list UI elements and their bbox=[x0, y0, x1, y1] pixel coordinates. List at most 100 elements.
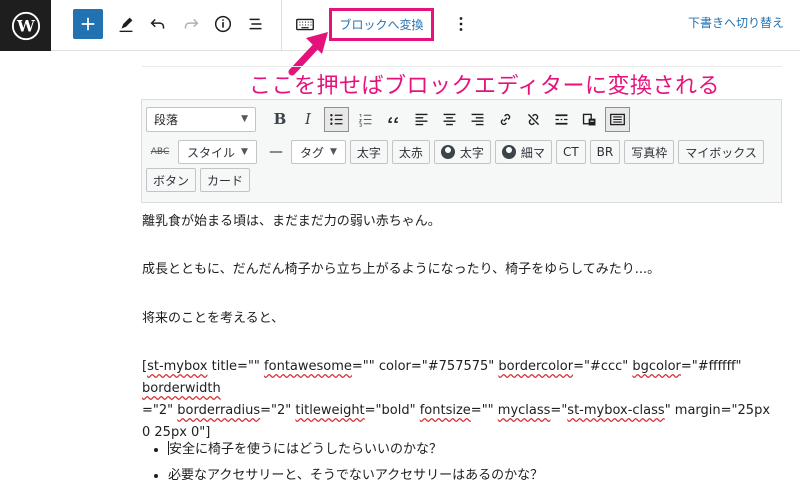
paragraph-1: 離乳食が始まる頃は、まだまだ力の弱い赤ちゃん。 bbox=[142, 214, 441, 229]
spell-flagged-word: borderradius bbox=[177, 403, 261, 418]
unlink-button[interactable] bbox=[519, 106, 547, 132]
paste-text-button[interactable] bbox=[575, 106, 603, 132]
numbered-list-button[interactable] bbox=[351, 106, 379, 132]
link-icon bbox=[500, 113, 510, 125]
format-select-value: 段落 bbox=[154, 112, 179, 127]
convert-to-blocks-button[interactable]: ブロックへ変換 bbox=[329, 8, 434, 41]
details-button[interactable] bbox=[207, 8, 239, 40]
tag-dropdown[interactable]: タグ ▼ bbox=[290, 140, 346, 164]
read-more-icon bbox=[555, 113, 567, 125]
spell-flagged-word: borderwidth bbox=[142, 381, 221, 396]
wordpress-logo-icon[interactable]: W bbox=[0, 0, 51, 51]
numbered-list-icon bbox=[358, 113, 371, 127]
chevron-down-icon: ▼ bbox=[241, 114, 248, 124]
br-button[interactable]: BR bbox=[589, 140, 621, 164]
shortcode-part: ="" color="#757575" bbox=[351, 359, 499, 374]
shortcode-part: title="" bbox=[207, 359, 265, 374]
info-icon bbox=[214, 15, 232, 33]
add-block-button[interactable] bbox=[73, 9, 103, 39]
list-item-text: 必要なアクセサリーと、そうでないアクセサリーはあるのかな？ bbox=[168, 468, 544, 483]
mybox-button[interactable]: マイボックス bbox=[678, 140, 764, 164]
spell-flagged-word: myclass bbox=[497, 403, 551, 418]
shortcode-part: ="#ccc" bbox=[573, 359, 633, 374]
spell-flagged-word: st-mybox bbox=[147, 359, 208, 374]
shortcode-part: ="2" bbox=[142, 403, 178, 418]
edit-tool-button[interactable] bbox=[110, 8, 142, 40]
editor-top-toolbar: W ブロックへ変換 下書きへ切り替え bbox=[0, 0, 800, 51]
style-dropdown[interactable]: スタイル ▼ bbox=[178, 140, 257, 164]
chevron-down-icon: ▼ bbox=[329, 147, 337, 157]
spell-flagged-word: titleweight bbox=[295, 403, 365, 418]
spell-flagged-word: fontawesome bbox=[264, 359, 352, 374]
insert-link-button[interactable] bbox=[491, 106, 519, 132]
toolbar-toggle-button[interactable] bbox=[605, 106, 630, 132]
align-left-icon bbox=[415, 113, 427, 125]
align-right-icon bbox=[471, 113, 483, 125]
plus-icon bbox=[81, 17, 95, 31]
paragraph-2: 成長とともに、だんだん椅子から立ち上がるようになったり、椅子をゆらしてみたり..… bbox=[142, 262, 661, 277]
spell-flagged-word: bordercolor bbox=[498, 359, 574, 374]
user-thin-label: 細マ bbox=[520, 145, 545, 160]
shortcode-part: ="bold" bbox=[364, 403, 420, 418]
strikethrough-button[interactable]: ABC bbox=[146, 147, 174, 157]
align-right-button[interactable] bbox=[463, 106, 491, 132]
user-thin-button[interactable]: 細マ bbox=[494, 140, 552, 164]
user-icon bbox=[501, 145, 516, 159]
bold-large-button[interactable]: 太字 bbox=[349, 140, 388, 164]
unlink-icon bbox=[527, 113, 539, 125]
bullet-list-icon bbox=[330, 113, 343, 125]
bold-button[interactable]: B bbox=[266, 106, 294, 132]
pencil-icon bbox=[119, 17, 133, 33]
undo-button[interactable] bbox=[142, 8, 174, 40]
align-left-button[interactable] bbox=[407, 106, 435, 132]
spell-flagged-word: bgcolor bbox=[632, 359, 681, 374]
read-more-button[interactable] bbox=[547, 106, 575, 132]
shortcode-part: ="" bbox=[470, 403, 498, 418]
user-bold-button[interactable]: 太字 bbox=[433, 140, 491, 164]
button-shortcode-button[interactable]: ボタン bbox=[146, 168, 197, 192]
title-divider bbox=[142, 66, 782, 67]
horizontal-rule-button[interactable]: — bbox=[267, 144, 285, 160]
spell-flagged-word: st-mybox-class bbox=[567, 403, 665, 418]
bullet-list: 安全に椅子を使うにはどうしたらいいのかな？ 必要なアクセサリーと、そうでないアク… bbox=[168, 437, 543, 489]
tag-dropdown-label: タグ bbox=[299, 145, 324, 160]
align-center-button[interactable] bbox=[435, 106, 463, 132]
photo-frame-button[interactable]: 写真枠 bbox=[624, 140, 675, 164]
list-view-icon bbox=[249, 18, 262, 30]
card-shortcode-button[interactable]: カード bbox=[200, 168, 251, 192]
block-options-button[interactable] bbox=[445, 8, 477, 40]
toolbar-row-2: ABC スタイル ▼ — タグ ▼ 太字 太赤 太字 細マ CT BR 写真枠 … bbox=[146, 140, 768, 164]
toolbar-divider bbox=[281, 0, 282, 51]
format-select[interactable]: 段落 ▼ bbox=[146, 106, 256, 132]
list-view-button[interactable] bbox=[240, 8, 272, 40]
paragraph-3: 将来のことを考えると、 bbox=[142, 311, 285, 326]
italic-button[interactable]: I bbox=[294, 106, 322, 132]
spell-flagged-word: fontsize bbox=[419, 403, 471, 418]
blockquote-button[interactable] bbox=[379, 106, 407, 132]
shortcode-part: =" bbox=[550, 403, 568, 418]
redo-icon bbox=[184, 18, 199, 29]
list-item: 必要なアクセサリーと、そうでないアクセサリーはあるのかな？ bbox=[168, 463, 543, 489]
undo-icon bbox=[150, 18, 165, 29]
user-icon bbox=[440, 145, 455, 159]
shortcode-part: ="#ffffff" bbox=[680, 359, 742, 374]
redo-button[interactable] bbox=[175, 8, 207, 40]
toolbar-row-1: 段落 ▼ B I bbox=[146, 106, 632, 132]
style-dropdown-label: スタイル bbox=[187, 145, 236, 160]
mybox-shortcode: [st-mybox title="" fontawesome="" color=… bbox=[142, 356, 782, 444]
list-item-text: 安全に椅子を使うにはどうしたらいいのかな？ bbox=[169, 442, 443, 457]
keyboard-icon bbox=[610, 113, 625, 125]
toolbar-row-3: ボタン カード bbox=[146, 168, 254, 192]
more-vertical-icon bbox=[459, 17, 463, 31]
bold-red-button[interactable]: 太赤 bbox=[391, 140, 430, 164]
ct-button[interactable]: CT bbox=[555, 140, 586, 164]
classic-editor-toolbar: 段落 ▼ B I ABC スタイル ▼ — タグ ▼ 太字 太赤 太字 細マ C… bbox=[141, 99, 782, 203]
bullet-list-button[interactable] bbox=[324, 106, 349, 132]
switch-to-draft-link[interactable]: 下書きへ切り替え bbox=[688, 14, 784, 31]
annotation-callout: ここを押せばブロックエディターに変換される bbox=[249, 74, 720, 99]
paste-text-icon bbox=[582, 113, 595, 125]
list-item: 安全に椅子を使うにはどうしたらいいのかな？ bbox=[168, 437, 543, 463]
quote-icon bbox=[387, 116, 398, 123]
chevron-down-icon: ▼ bbox=[241, 147, 248, 157]
align-center-icon bbox=[443, 113, 455, 125]
